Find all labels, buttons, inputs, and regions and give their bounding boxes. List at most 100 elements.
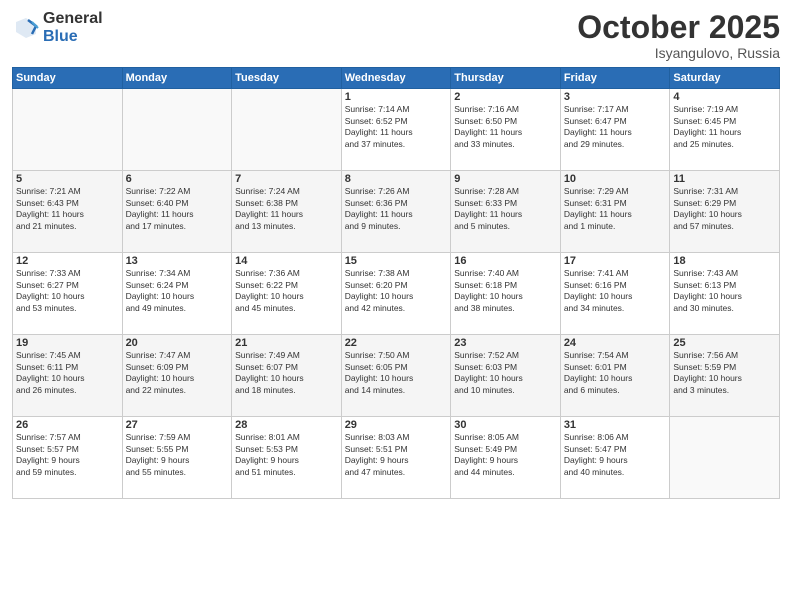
weekday-header-saturday: Saturday	[670, 68, 780, 89]
calendar-cell: 20Sunrise: 7:47 AM Sunset: 6:09 PM Dayli…	[122, 335, 232, 417]
weekday-header-row: SundayMondayTuesdayWednesdayThursdayFrid…	[13, 68, 780, 89]
day-info: Sunrise: 8:06 AM Sunset: 5:47 PM Dayligh…	[564, 432, 667, 478]
calendar-cell: 21Sunrise: 7:49 AM Sunset: 6:07 PM Dayli…	[232, 335, 342, 417]
day-number: 26	[16, 419, 119, 431]
day-number: 23	[454, 337, 557, 349]
calendar-cell: 26Sunrise: 7:57 AM Sunset: 5:57 PM Dayli…	[13, 417, 123, 499]
weekday-header-monday: Monday	[122, 68, 232, 89]
calendar-cell: 2Sunrise: 7:16 AM Sunset: 6:50 PM Daylig…	[451, 89, 561, 171]
calendar-table: SundayMondayTuesdayWednesdayThursdayFrid…	[12, 67, 780, 499]
calendar-cell: 15Sunrise: 7:38 AM Sunset: 6:20 PM Dayli…	[341, 253, 451, 335]
day-info: Sunrise: 7:59 AM Sunset: 5:55 PM Dayligh…	[126, 432, 229, 478]
day-number: 25	[673, 337, 776, 349]
day-number: 11	[673, 173, 776, 185]
calendar-cell: 8Sunrise: 7:26 AM Sunset: 6:36 PM Daylig…	[341, 171, 451, 253]
day-info: Sunrise: 7:17 AM Sunset: 6:47 PM Dayligh…	[564, 104, 667, 150]
page-container: General Blue October 2025 Isyangulovo, R…	[0, 0, 792, 612]
day-number: 1	[345, 91, 448, 103]
calendar-cell: 9Sunrise: 7:28 AM Sunset: 6:33 PM Daylig…	[451, 171, 561, 253]
day-info: Sunrise: 7:38 AM Sunset: 6:20 PM Dayligh…	[345, 268, 448, 314]
day-number: 28	[235, 419, 338, 431]
day-info: Sunrise: 7:14 AM Sunset: 6:52 PM Dayligh…	[345, 104, 448, 150]
calendar-cell: 13Sunrise: 7:34 AM Sunset: 6:24 PM Dayli…	[122, 253, 232, 335]
weekday-header-tuesday: Tuesday	[232, 68, 342, 89]
calendar-cell: 19Sunrise: 7:45 AM Sunset: 6:11 PM Dayli…	[13, 335, 123, 417]
calendar-cell: 29Sunrise: 8:03 AM Sunset: 5:51 PM Dayli…	[341, 417, 451, 499]
calendar-cell: 11Sunrise: 7:31 AM Sunset: 6:29 PM Dayli…	[670, 171, 780, 253]
calendar-cell: 3Sunrise: 7:17 AM Sunset: 6:47 PM Daylig…	[560, 89, 670, 171]
calendar-row-0: 1Sunrise: 7:14 AM Sunset: 6:52 PM Daylig…	[13, 89, 780, 171]
day-number: 5	[16, 173, 119, 185]
month-title: October 2025	[577, 10, 780, 45]
calendar-cell: 27Sunrise: 7:59 AM Sunset: 5:55 PM Dayli…	[122, 417, 232, 499]
calendar-cell: 7Sunrise: 7:24 AM Sunset: 6:38 PM Daylig…	[232, 171, 342, 253]
day-number: 27	[126, 419, 229, 431]
day-number: 3	[564, 91, 667, 103]
calendar-cell	[232, 89, 342, 171]
calendar-cell: 25Sunrise: 7:56 AM Sunset: 5:59 PM Dayli…	[670, 335, 780, 417]
day-number: 17	[564, 255, 667, 267]
day-number: 7	[235, 173, 338, 185]
day-number: 14	[235, 255, 338, 267]
day-info: Sunrise: 7:43 AM Sunset: 6:13 PM Dayligh…	[673, 268, 776, 314]
day-number: 18	[673, 255, 776, 267]
calendar-cell: 24Sunrise: 7:54 AM Sunset: 6:01 PM Dayli…	[560, 335, 670, 417]
day-info: Sunrise: 7:19 AM Sunset: 6:45 PM Dayligh…	[673, 104, 776, 150]
calendar-cell: 1Sunrise: 7:14 AM Sunset: 6:52 PM Daylig…	[341, 89, 451, 171]
day-info: Sunrise: 7:21 AM Sunset: 6:43 PM Dayligh…	[16, 186, 119, 232]
calendar-cell: 5Sunrise: 7:21 AM Sunset: 6:43 PM Daylig…	[13, 171, 123, 253]
day-info: Sunrise: 7:16 AM Sunset: 6:50 PM Dayligh…	[454, 104, 557, 150]
calendar-cell	[670, 417, 780, 499]
calendar-cell: 31Sunrise: 8:06 AM Sunset: 5:47 PM Dayli…	[560, 417, 670, 499]
day-info: Sunrise: 7:54 AM Sunset: 6:01 PM Dayligh…	[564, 350, 667, 396]
calendar-cell: 22Sunrise: 7:50 AM Sunset: 6:05 PM Dayli…	[341, 335, 451, 417]
day-info: Sunrise: 8:03 AM Sunset: 5:51 PM Dayligh…	[345, 432, 448, 478]
logo-general-text: General	[43, 10, 103, 28]
calendar-row-4: 26Sunrise: 7:57 AM Sunset: 5:57 PM Dayli…	[13, 417, 780, 499]
weekday-header-wednesday: Wednesday	[341, 68, 451, 89]
day-info: Sunrise: 7:28 AM Sunset: 6:33 PM Dayligh…	[454, 186, 557, 232]
day-number: 8	[345, 173, 448, 185]
calendar-cell: 23Sunrise: 7:52 AM Sunset: 6:03 PM Dayli…	[451, 335, 561, 417]
logo-text: General Blue	[43, 10, 103, 45]
day-info: Sunrise: 7:56 AM Sunset: 5:59 PM Dayligh…	[673, 350, 776, 396]
day-info: Sunrise: 7:24 AM Sunset: 6:38 PM Dayligh…	[235, 186, 338, 232]
calendar-cell: 28Sunrise: 8:01 AM Sunset: 5:53 PM Dayli…	[232, 417, 342, 499]
day-number: 2	[454, 91, 557, 103]
day-info: Sunrise: 7:40 AM Sunset: 6:18 PM Dayligh…	[454, 268, 557, 314]
day-info: Sunrise: 7:52 AM Sunset: 6:03 PM Dayligh…	[454, 350, 557, 396]
day-info: Sunrise: 7:49 AM Sunset: 6:07 PM Dayligh…	[235, 350, 338, 396]
day-info: Sunrise: 7:34 AM Sunset: 6:24 PM Dayligh…	[126, 268, 229, 314]
logo-icon	[12, 14, 40, 42]
day-number: 19	[16, 337, 119, 349]
calendar-cell: 4Sunrise: 7:19 AM Sunset: 6:45 PM Daylig…	[670, 89, 780, 171]
calendar-row-1: 5Sunrise: 7:21 AM Sunset: 6:43 PM Daylig…	[13, 171, 780, 253]
day-number: 6	[126, 173, 229, 185]
day-number: 24	[564, 337, 667, 349]
calendar-cell: 14Sunrise: 7:36 AM Sunset: 6:22 PM Dayli…	[232, 253, 342, 335]
calendar-row-3: 19Sunrise: 7:45 AM Sunset: 6:11 PM Dayli…	[13, 335, 780, 417]
day-number: 21	[235, 337, 338, 349]
day-info: Sunrise: 7:31 AM Sunset: 6:29 PM Dayligh…	[673, 186, 776, 232]
day-number: 13	[126, 255, 229, 267]
weekday-header-thursday: Thursday	[451, 68, 561, 89]
logo-blue-text: Blue	[43, 28, 103, 46]
day-number: 31	[564, 419, 667, 431]
calendar-cell: 10Sunrise: 7:29 AM Sunset: 6:31 PM Dayli…	[560, 171, 670, 253]
day-info: Sunrise: 7:57 AM Sunset: 5:57 PM Dayligh…	[16, 432, 119, 478]
logo: General Blue	[12, 10, 103, 45]
calendar-cell	[13, 89, 123, 171]
day-info: Sunrise: 7:22 AM Sunset: 6:40 PM Dayligh…	[126, 186, 229, 232]
day-number: 12	[16, 255, 119, 267]
header: General Blue October 2025 Isyangulovo, R…	[12, 10, 780, 61]
day-info: Sunrise: 7:26 AM Sunset: 6:36 PM Dayligh…	[345, 186, 448, 232]
calendar-cell: 16Sunrise: 7:40 AM Sunset: 6:18 PM Dayli…	[451, 253, 561, 335]
day-number: 29	[345, 419, 448, 431]
day-info: Sunrise: 7:47 AM Sunset: 6:09 PM Dayligh…	[126, 350, 229, 396]
calendar-cell: 6Sunrise: 7:22 AM Sunset: 6:40 PM Daylig…	[122, 171, 232, 253]
day-number: 30	[454, 419, 557, 431]
day-info: Sunrise: 7:41 AM Sunset: 6:16 PM Dayligh…	[564, 268, 667, 314]
day-number: 9	[454, 173, 557, 185]
day-info: Sunrise: 7:36 AM Sunset: 6:22 PM Dayligh…	[235, 268, 338, 314]
day-info: Sunrise: 7:33 AM Sunset: 6:27 PM Dayligh…	[16, 268, 119, 314]
